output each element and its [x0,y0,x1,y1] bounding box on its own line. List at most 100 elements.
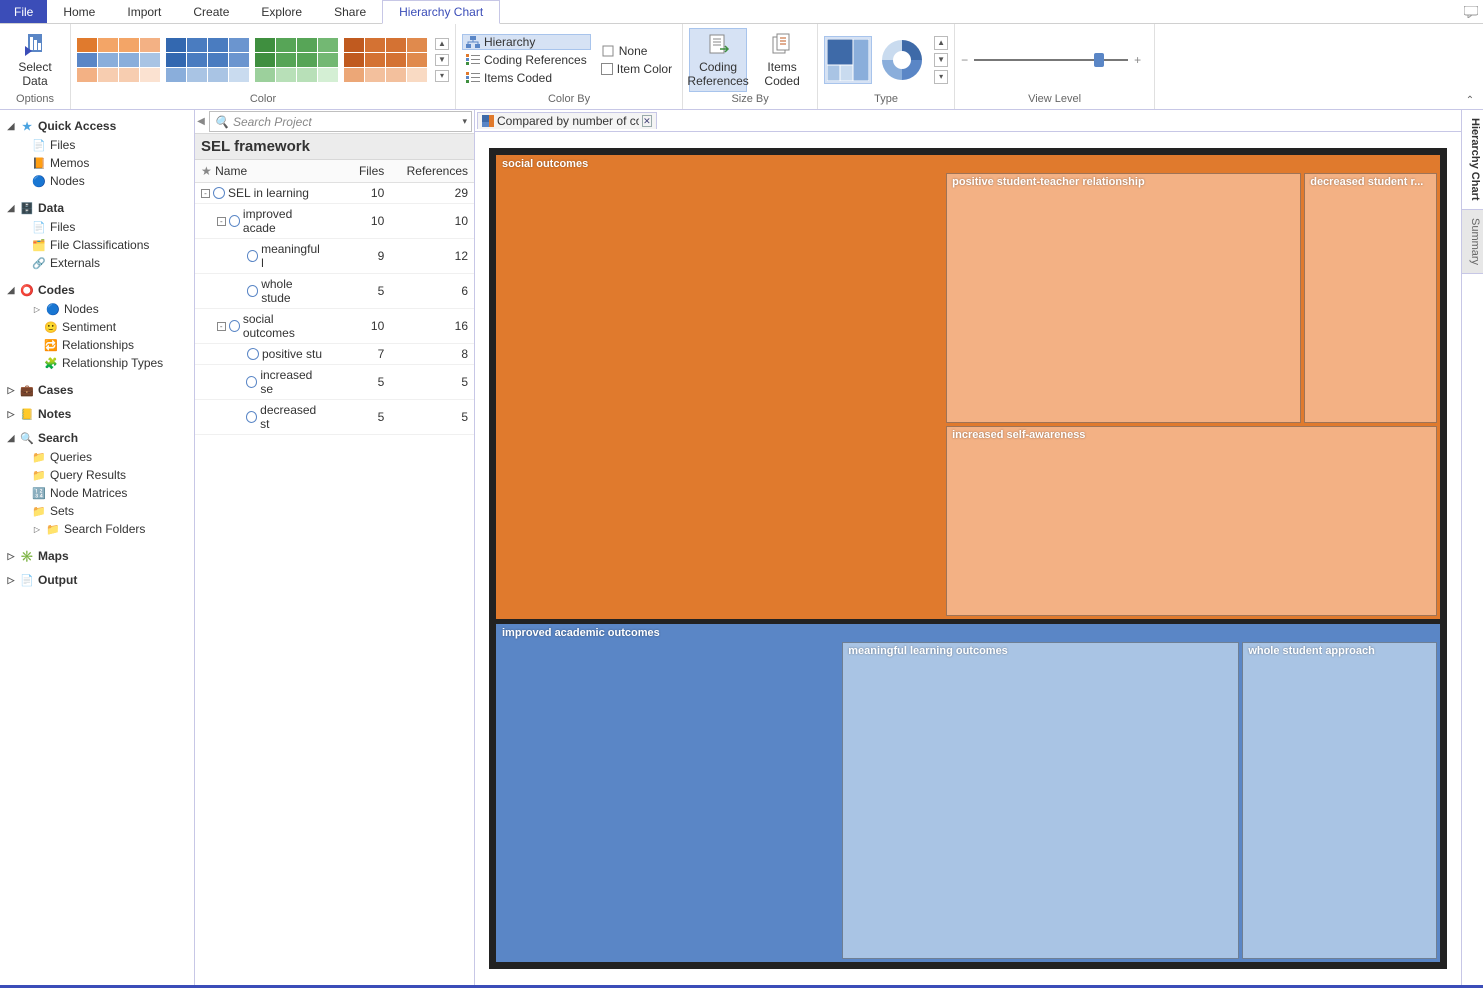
colorby-items-coded[interactable]: Items Coded [462,70,591,86]
treemap-node-increased-self-awareness[interactable]: increased self-awareness [946,426,1437,616]
color-palette-1[interactable] [166,38,249,82]
search-input[interactable]: 🔍 Search Project ▾ [209,111,472,132]
menu-tab-explore[interactable]: Explore [245,0,318,23]
ribbon-group-viewlevel: − + View Level [955,24,1155,109]
type-treemap[interactable] [824,36,872,84]
sidetab-summary[interactable]: Summary [1462,210,1483,274]
treemap-chart[interactable]: social outcomes positive student-teacher… [489,148,1447,969]
table-row[interactable]: whole stude56 [195,274,474,309]
treemap-node-decreased-student[interactable]: decreased student r... [1304,173,1437,423]
expand-toggle[interactable]: - [217,322,226,331]
nav-item-sets[interactable]: 📁Sets [4,502,190,520]
table-row[interactable]: -SEL in learning1029 [195,183,474,204]
expand-toggle[interactable]: - [217,217,226,226]
treemap-label: social outcomes [502,158,588,170]
type-sunburst[interactable] [878,36,926,84]
nav-item-nodes[interactable]: 🔵Nodes [4,172,190,190]
search-placeholder: Search Project [233,115,312,129]
list-title: SEL framework [195,134,474,160]
viewlevel-slider[interactable]: − + [961,53,1141,67]
checkbox-icon[interactable] [601,63,613,75]
color-palette-0[interactable] [77,38,160,82]
menu-tab-import[interactable]: Import [111,0,177,23]
type-gallery-scroll[interactable]: ▲▼▾ [934,36,948,84]
colorby-coding-references[interactable]: Coding References [462,52,591,68]
nav-item-relationship-types[interactable]: 🧩Relationship Types [4,354,190,372]
nav-search[interactable]: ◢🔍Search [4,428,190,448]
nav-maps[interactable]: ▷✳️Maps [4,546,190,566]
table-row[interactable]: decreased st55 [195,400,474,435]
minus-icon[interactable]: − [961,53,968,67]
node-name: social outcomes [243,312,323,340]
treemap-node-improved-academic[interactable]: improved academic outcomes meaningful le… [495,623,1441,963]
plus-icon[interactable]: + [1134,53,1141,67]
chevron-down-icon[interactable]: ▾ [462,116,467,127]
list-color-icon [466,54,480,66]
table-row[interactable]: -social outcomes1016 [195,309,474,344]
menu-tab-hierarchy-chart[interactable]: Hierarchy Chart [382,0,500,24]
nav-cases[interactable]: ▷💼Cases [4,380,190,400]
star-column-icon[interactable]: ★ [201,164,212,178]
expand-toggle[interactable]: - [201,189,210,198]
sizeby-coding-references[interactable]: Coding References [689,28,747,92]
nav-item-query-results[interactable]: 📁Query Results [4,466,190,484]
nav-data[interactable]: ◢🗄️Data [4,198,190,218]
nav-item-node-matrices[interactable]: 🔢Node Matrices [4,484,190,502]
sizeby-items-coded[interactable]: Items Coded [753,28,811,92]
nav-item-codes-nodes[interactable]: ▷🔵Nodes [4,300,190,318]
maps-icon: ✳️ [20,549,34,563]
hierarchy-icon [466,36,480,48]
colorby-item-color[interactable]: Item Color [597,61,676,77]
treemap-node-meaningful-learning[interactable]: meaningful learning outcomes [842,642,1239,959]
select-data-button[interactable]: Select Data [6,28,64,92]
node-name: improved acade [243,207,323,235]
colorby-none[interactable]: None [597,43,676,59]
table-row[interactable]: increased se55 [195,365,474,400]
sizeby-items-coded-label: Items Coded [754,61,810,89]
collapse-ribbon-icon[interactable]: ⌃ [1463,93,1477,107]
colorby-hierarchy-label: Hierarchy [484,35,535,49]
nav-item-data-files[interactable]: 📄Files [4,218,190,236]
node-icon [246,376,257,388]
col-references[interactable]: References [390,160,474,183]
col-name[interactable]: Name [215,164,247,178]
color-palette-2[interactable] [255,38,338,82]
nav-notes[interactable]: ▷📒Notes [4,404,190,424]
treemap-label: increased self-awareness [952,429,1085,441]
cases-icon: 💼 [20,383,34,397]
palette-gallery-scroll[interactable]: ▲▼▾ [435,38,449,82]
nav-item-files[interactable]: 📄Files [4,136,190,154]
file-menu[interactable]: File [0,0,47,23]
nav-item-memos[interactable]: 📙Memos [4,154,190,172]
ribbon-group-label-options: Options [6,93,64,109]
menu-tab-create[interactable]: Create [177,0,245,23]
nav-item-relationships[interactable]: 🔁Relationships [4,336,190,354]
pin-icon[interactable]: ◀ [195,110,207,133]
nav-item-queries[interactable]: 📁Queries [4,448,190,466]
node-name: increased se [260,368,323,396]
colorby-hierarchy[interactable]: Hierarchy [462,34,591,50]
detail-tab[interactable]: Compared by number of coding r ✕ [477,112,657,129]
nav-item-search-folders[interactable]: ▷📁Search Folders [4,520,190,538]
nav-output[interactable]: ▷📄Output [4,570,190,590]
close-icon[interactable]: ✕ [642,115,652,127]
nav-item-externals[interactable]: 🔗Externals [4,254,190,272]
nav-codes[interactable]: ◢⭕Codes [4,280,190,300]
sidetab-hierarchy-chart[interactable]: Hierarchy Chart [1462,110,1483,210]
nav-quick-access[interactable]: ◢★Quick Access [4,116,190,136]
node-icon [213,187,225,199]
comments-icon[interactable] [1459,0,1483,23]
treemap-node-whole-student[interactable]: whole student approach [1242,642,1437,959]
nav-item-file-classifications[interactable]: 🗂️File Classifications [4,236,190,254]
treemap-node-positive-student-teacher[interactable]: positive student-teacher relationship [946,173,1301,423]
table-row[interactable]: meaningful l912 [195,239,474,274]
nav-item-sentiment[interactable]: 🙂Sentiment [4,318,190,336]
color-palette-3[interactable] [344,38,427,82]
col-files[interactable]: Files [329,160,390,183]
ribbon-group-colorby: Hierarchy Coding References Items Coded … [456,24,683,109]
menu-tab-share[interactable]: Share [318,0,382,23]
table-row[interactable]: -improved acade1010 [195,204,474,239]
menu-tab-home[interactable]: Home [47,0,111,23]
treemap-node-social-outcomes[interactable]: social outcomes positive student-teacher… [495,154,1441,620]
table-row[interactable]: positive stu78 [195,344,474,365]
